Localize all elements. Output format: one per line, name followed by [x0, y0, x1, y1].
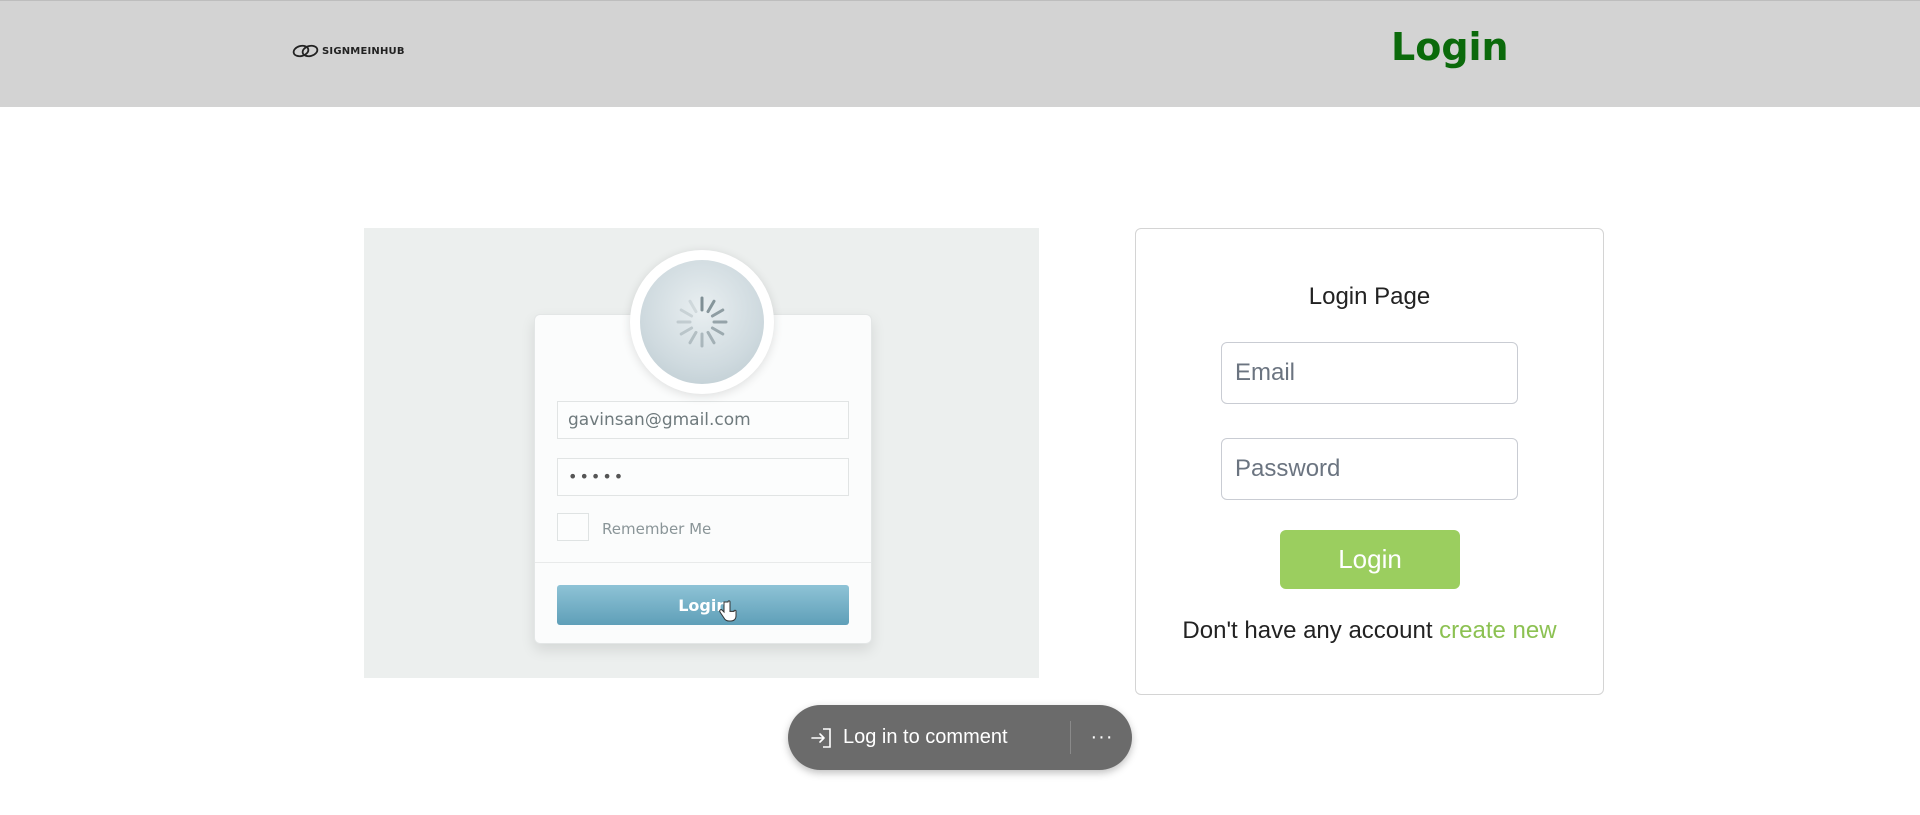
mock-divider [535, 562, 871, 563]
mock-remember-checkbox [557, 513, 589, 541]
log-in-to-comment-label: Log in to comment [843, 726, 1008, 748]
login-illustration: gavinsan@gmail.com ••••• Remember Me Log… [364, 228, 1039, 678]
top-header: SIGNMEINHUB Login [0, 0, 1920, 107]
spinner-icon [676, 296, 728, 348]
mock-password-field: ••••• [557, 458, 849, 496]
login-card: Login Page Login Don't have any account … [1135, 228, 1604, 695]
log-in-to-comment-button[interactable]: Log in to comment [809, 705, 1008, 770]
hand-cursor-icon [719, 600, 737, 622]
login-heading: Login Page [1308, 283, 1431, 310]
mock-avatar [630, 250, 774, 394]
more-options-button[interactable]: ··· [1084, 705, 1120, 770]
create-account-link[interactable]: create new [1439, 617, 1556, 644]
login-button[interactable]: Login [1280, 530, 1460, 589]
password-input[interactable] [1221, 438, 1518, 500]
more-icon: ··· [1090, 726, 1114, 748]
mock-email-field: gavinsan@gmail.com [557, 401, 849, 439]
email-input[interactable] [1221, 342, 1518, 404]
logo-icon [292, 44, 319, 58]
sign-in-icon [811, 727, 831, 748]
mock-login-button: Login [557, 585, 849, 625]
comment-toolbar: Log in to comment ··· [788, 705, 1132, 770]
page-title: Login [1391, 25, 1509, 69]
mock-remember-label: Remember Me [602, 520, 712, 538]
toolbar-separator [1070, 721, 1071, 754]
site-logo[interactable]: SIGNMEINHUB [292, 44, 405, 58]
signup-prompt: Don't have any account create new [1136, 617, 1603, 645]
logo-text: SIGNMEINHUB [322, 45, 405, 57]
signup-prompt-text: Don't have any account [1182, 617, 1433, 644]
